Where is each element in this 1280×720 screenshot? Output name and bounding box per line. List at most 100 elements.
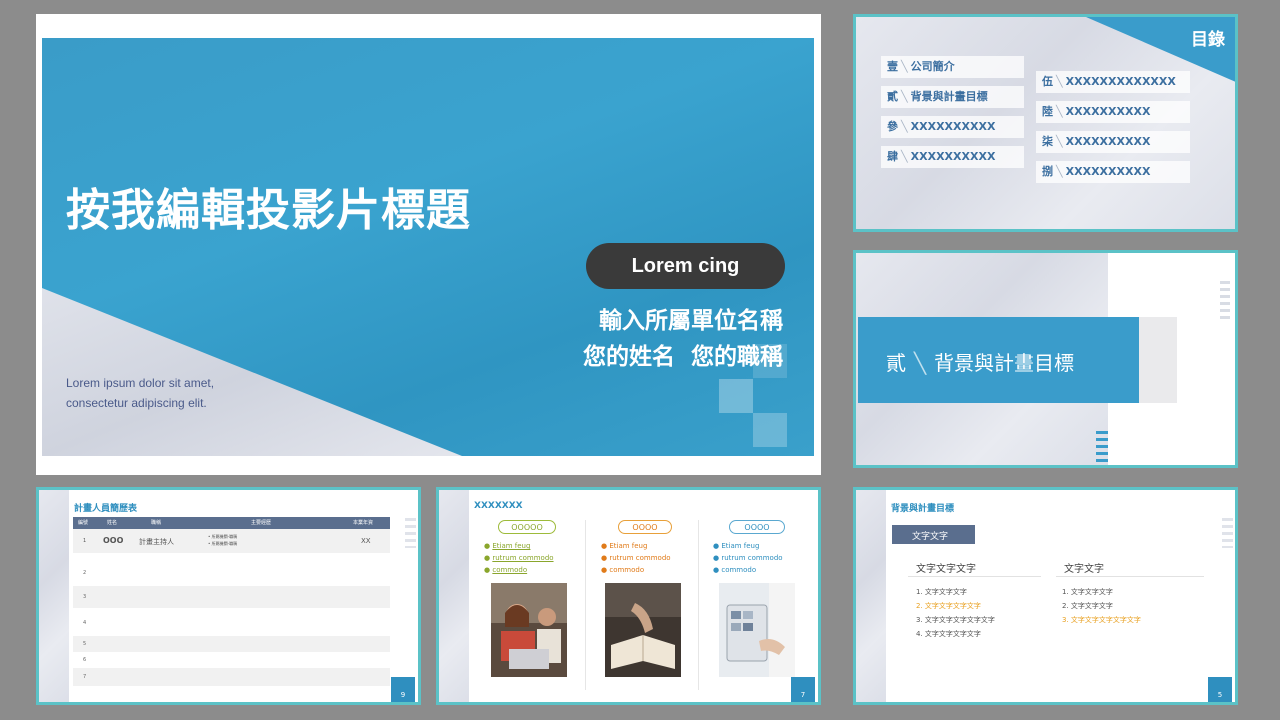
column-heading: 文字文字文字 [916, 564, 976, 575]
toc-item-8[interactable]: 捌 ╲ XXXXXXXXXX [1036, 161, 1190, 183]
row-num: 5 [83, 641, 87, 647]
list-item: 3. 文字文字文字文字文字 [916, 616, 995, 624]
table-row[interactable]: 7 [73, 668, 390, 686]
section-title: 背景與計畫目標 [934, 351, 1075, 375]
deco-lines [1096, 431, 1108, 465]
table-slide-title: 計畫人員簡歷表 [74, 504, 138, 514]
toc-label: XXXXXXXXXX [910, 150, 996, 163]
bullet-item: ● commodo [601, 566, 645, 574]
person-role: 計畫主持人 [139, 538, 174, 546]
toc-item-1[interactable]: 壹 ╲ 公司簡介 [881, 56, 1024, 78]
years: XX [361, 537, 371, 545]
list-item: 3. 文字文字文字文字文字 [1062, 616, 1141, 624]
table-row[interactable]: 5 [73, 636, 390, 652]
side-strip [856, 490, 886, 702]
photo-slide-thumb[interactable]: XXXXXXX OOOOO ● Etiam feug ● rutrum comm… [436, 487, 821, 705]
section-slide-thumb[interactable]: 貳 ╲ 背景與計畫目標 [853, 250, 1238, 468]
toc-slide-thumb[interactable]: 目錄 壹 ╲ 公司簡介 貳 ╲ 背景與計畫目標 參 ╲ XXXXXXXXXX 肆 ╲ XXXXX… [853, 14, 1238, 232]
exp-line: • 所屬機關-職稱 [208, 534, 238, 539]
toc-num: 伍 [1042, 75, 1053, 88]
bullet-item: ● Etiam feug [484, 542, 531, 550]
bullet-item: ● Etiam feug [713, 542, 760, 550]
deco-lines [1222, 518, 1233, 548]
toc-label: XXXXXXXXXX [1065, 165, 1151, 178]
photo-book-reading [605, 583, 681, 677]
col-header: 編號 [78, 520, 89, 526]
tag-label: 文字文字 [912, 532, 949, 542]
photo-people-laptop [491, 583, 567, 677]
bullet-item: ● rutrum commodo [713, 554, 783, 562]
table-row[interactable]: 1 OOO 計畫主持人 • 所屬機關-職稱 • 所屬機關-職稱 XX [73, 529, 390, 553]
table-row[interactable]: 6 [73, 653, 390, 667]
side-strip [39, 490, 69, 702]
lorem-line-1: Lorem ipsum dolor sit amet, [66, 376, 215, 390]
toc-num: 壹 [887, 60, 898, 73]
toc-num: 柒 [1042, 135, 1053, 148]
deco-square [753, 413, 787, 447]
row-num: 6 [83, 657, 87, 663]
toc-label: XXXXXXXXXX [910, 120, 996, 133]
toc-item-7[interactable]: 柒 ╲ XXXXXXXXXX [1036, 131, 1190, 153]
toc-num: 陸 [1042, 105, 1053, 118]
lorem-line-2: consectetur adipiscing elit. [66, 396, 207, 410]
toc-num: 捌 [1042, 165, 1053, 178]
row-num: 1 [83, 538, 87, 544]
heading-rule [908, 576, 1041, 577]
column-pill[interactable]: OOOO [729, 520, 785, 534]
list-item: 2. 文字文字文字 [1062, 602, 1113, 610]
toc-label: XXXXXXXXXX [1065, 135, 1151, 148]
deco-lines [405, 518, 416, 548]
toc-label: 公司簡介 [910, 60, 955, 73]
column-pill[interactable]: OOOOO [498, 520, 556, 534]
org-name[interactable]: 輸入所屬單位名稱 [599, 301, 783, 335]
toc-label: 背景與計畫目標 [910, 90, 988, 103]
table-row[interactable]: 2 [73, 562, 390, 584]
bullet-item: ● commodo [713, 566, 757, 574]
column-divider [698, 520, 699, 690]
row-num: 7 [83, 674, 87, 680]
goals-slide-title: 背景與計畫目標 [891, 504, 955, 514]
column-divider [585, 520, 586, 690]
row-num: 3 [83, 594, 87, 600]
toc-num: 肆 [887, 150, 898, 163]
list-item: 2. 文字文字文字文字 [916, 602, 981, 610]
toc-item-2[interactable]: 貳 ╲ 背景與計畫目標 [881, 86, 1024, 108]
main-slide[interactable]: 按我編輯投影片標題 Lorem cing 輸入所屬單位名稱 您的姓名 您的職稱 … [36, 14, 821, 475]
exp-line: • 所屬機關-職稱 [208, 541, 238, 546]
heading-rule [1056, 576, 1204, 577]
row-num: 2 [83, 570, 87, 576]
toc-item-5[interactable]: 伍 ╲ XXXXXXXXXXXXX [1036, 71, 1190, 93]
side-strip [439, 490, 469, 702]
page-number-badge: 7 [791, 677, 815, 702]
table-row[interactable]: 3 [73, 586, 390, 608]
slide-title[interactable]: 按我編輯投影片標題 [66, 174, 471, 238]
person-name: OOO [103, 536, 124, 545]
photo-tablet-hands [719, 583, 795, 677]
table-slide-thumb[interactable]: 計畫人員簡歷表 編號 姓名 職稱 主要經歷 本業年資 1 OOO 計畫主持人 •… [36, 487, 421, 705]
page-number-badge: 9 [391, 677, 415, 702]
col-header: 姓名 [107, 520, 118, 526]
deco-lines [1220, 281, 1230, 319]
photo-slide-title: XXXXXXX [474, 501, 523, 511]
bullet-item: ● Etiam feug [601, 542, 648, 550]
list-item: 1. 文字文字文字 [916, 588, 967, 596]
toc-item-4[interactable]: 肆 ╲ XXXXXXXXXX [881, 146, 1024, 168]
toc-num: 參 [887, 120, 898, 133]
column-pill[interactable]: OOOO [618, 520, 672, 534]
toc-item-3[interactable]: 參 ╲ XXXXXXXXXX [881, 116, 1024, 138]
bullet-item: ● commodo [484, 566, 528, 574]
goals-slide-thumb[interactable]: 背景與計畫目標 文字文字 文字文字文字 1. 文字文字文字 2. 文字文字文字文… [853, 487, 1238, 705]
toc-title: 目錄 [1191, 30, 1225, 50]
title-pill-label: Lorem cing [631, 255, 740, 277]
table-header-row: 編號 姓名 職稱 主要經歷 本業年資 [73, 517, 390, 529]
deco-square [719, 379, 753, 413]
list-item: 4. 文字文字文字文字 [916, 630, 981, 638]
toc-item-6[interactable]: 陸 ╲ XXXXXXXXXX [1036, 101, 1190, 123]
bullet-item: ● rutrum commodo [601, 554, 671, 562]
col-header: 職稱 [151, 520, 162, 526]
table-row[interactable]: 4 [73, 612, 390, 634]
col-header: 主要經歷 [251, 520, 272, 526]
section-num: 貳 [886, 351, 906, 375]
toc-label: XXXXXXXXXXXXX [1065, 75, 1176, 88]
toc-label: XXXXXXXXXX [1065, 105, 1151, 118]
